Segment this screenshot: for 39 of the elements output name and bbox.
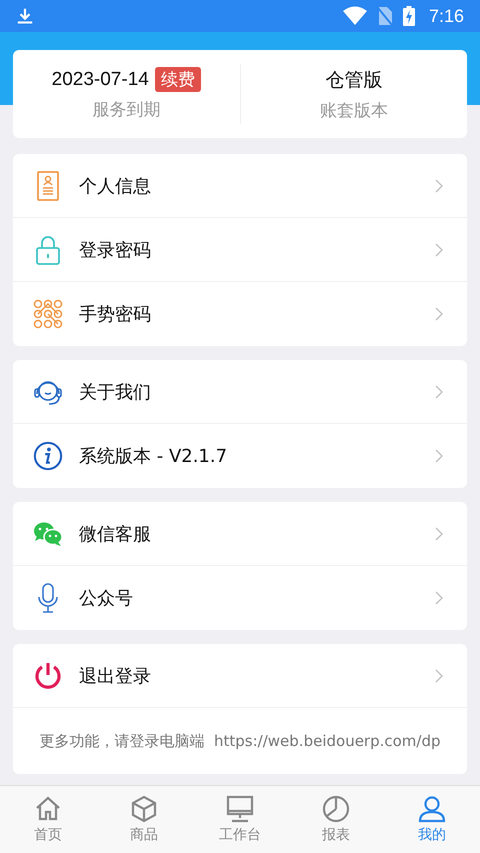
chevron-icon (435, 526, 443, 540)
wifi-icon (342, 6, 367, 26)
lock-icon (35, 234, 61, 264)
chevron-icon (435, 449, 443, 463)
expiry-date: 2023-07-14 (52, 68, 149, 90)
menu-item[interactable]: 公众号 (13, 566, 467, 630)
menu-item[interactable]: 微信客服 (13, 502, 467, 566)
footer-note: 更多功能，请登录电脑端 https://web.beidouerp.com/dp (39, 732, 441, 750)
menu-item[interactable]: 个人信息 (13, 154, 467, 218)
edition-name: 仓管版 (325, 68, 382, 92)
person-icon (418, 795, 446, 823)
microphone-icon (37, 583, 59, 613)
menu-item[interactable]: 登录密码 (13, 218, 467, 282)
box-icon (130, 795, 158, 823)
status-time: 7:16 (428, 6, 464, 26)
chevron-icon (435, 668, 443, 682)
menu-item[interactable]: 手势密码 (13, 282, 467, 346)
chevron-icon (435, 591, 443, 605)
expiry-label: 服务到期 (92, 99, 160, 121)
menu-item[interactable]: 系统版本 - V2.1.7 (13, 424, 467, 488)
chevron-icon (435, 307, 443, 321)
chevron-icon (435, 178, 443, 192)
renew-button[interactable]: 续费 (154, 67, 201, 92)
menu-item[interactable]: 退出登录 (13, 644, 467, 708)
edition-label: 账套版本 (320, 100, 388, 122)
no-sim-icon (376, 6, 393, 26)
pattern-lock-icon (33, 299, 63, 329)
chevron-icon (435, 384, 443, 398)
menu-item[interactable]: 关于我们 (13, 360, 467, 424)
power-icon (33, 660, 63, 690)
home-icon (34, 795, 62, 823)
chat-bubbles-icon (33, 520, 63, 546)
profile-card-icon (37, 170, 59, 200)
battery-icon (402, 6, 415, 26)
chevron-icon (435, 242, 443, 256)
monitor-icon (226, 795, 254, 823)
pie-chart-icon (322, 795, 350, 823)
info-icon (33, 441, 63, 471)
download-icon (16, 6, 34, 26)
